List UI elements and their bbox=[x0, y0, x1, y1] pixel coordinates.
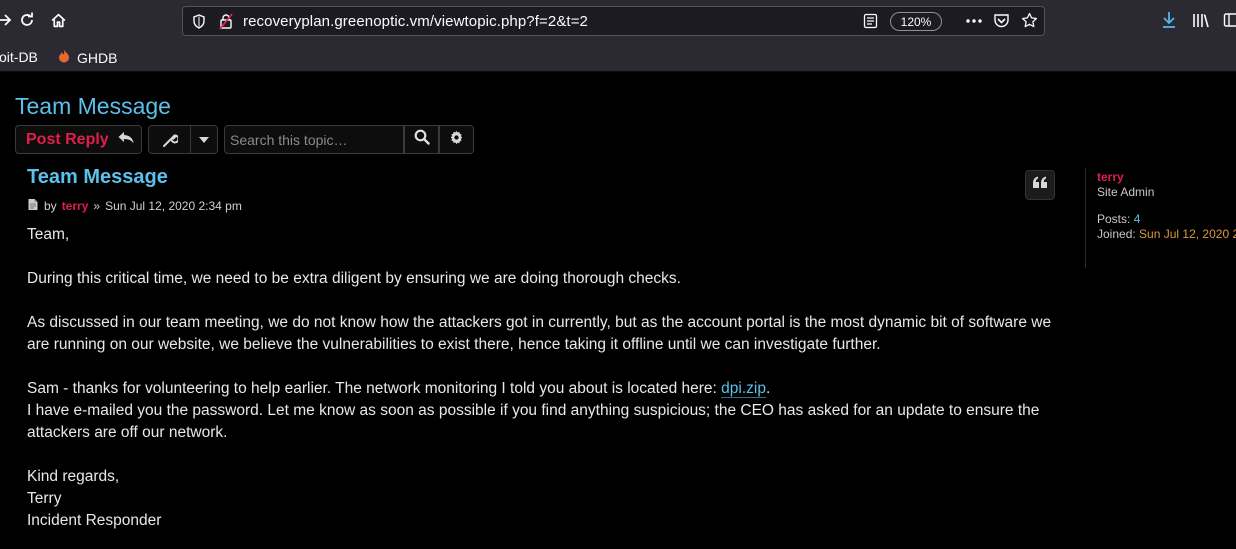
post-paragraph: During this critical time, we need to be… bbox=[27, 270, 681, 287]
post-reply-button[interactable]: Post Reply bbox=[15, 125, 142, 154]
quote-icon bbox=[1032, 176, 1048, 194]
post-paragraph: As discussed in our team meeting, we do … bbox=[27, 314, 1052, 353]
quote-button[interactable] bbox=[1025, 170, 1055, 200]
profile-posts: Posts: 4 bbox=[1097, 212, 1236, 226]
reader-view-icon[interactable] bbox=[863, 13, 878, 34]
advanced-search-button[interactable] bbox=[439, 125, 474, 154]
reload-icon[interactable] bbox=[16, 9, 38, 31]
profile-posts-label: Posts: bbox=[1097, 212, 1131, 226]
ghdb-icon bbox=[57, 49, 71, 66]
downloads-icon[interactable] bbox=[1158, 9, 1180, 31]
search-input[interactable] bbox=[225, 126, 403, 153]
bookmark-label: GHDB bbox=[77, 49, 118, 66]
post-greeting: Team, bbox=[27, 226, 70, 243]
bookmark-exploit-db[interactable]: oit-DB bbox=[0, 49, 38, 65]
post-signature-role: Incident Responder bbox=[27, 512, 162, 529]
bookmarks-bar: oit-DB GHDB bbox=[0, 42, 1236, 72]
post-separator: » bbox=[93, 199, 101, 213]
post-profile: terry Site Admin Posts: 4 Joined: Sun Ju… bbox=[1085, 168, 1236, 268]
post-by-label: by bbox=[44, 199, 57, 213]
topic-title[interactable]: Team Message bbox=[15, 93, 171, 120]
pocket-icon[interactable] bbox=[993, 13, 1010, 34]
post-date: Sun Jul 12, 2020 2:34 pm bbox=[105, 199, 242, 213]
library-icon[interactable] bbox=[1190, 9, 1212, 31]
post-text: . bbox=[765, 380, 771, 397]
post-text: Sam - thanks for volunteering to help ea… bbox=[27, 380, 722, 397]
wrench-icon[interactable] bbox=[149, 126, 191, 153]
more-actions-icon[interactable] bbox=[965, 13, 983, 34]
search-button[interactable] bbox=[404, 125, 439, 154]
post-meta: by terry » Sun Jul 12, 2020 2:34 pm bbox=[27, 198, 242, 214]
gear-icon bbox=[449, 130, 464, 150]
bookmark-label: oit-DB bbox=[0, 49, 38, 65]
topic-tools-dropdown[interactable] bbox=[148, 125, 218, 154]
profile-joined: Joined: Sun Jul 12, 2020 2 bbox=[1097, 227, 1236, 241]
post-signature-name: Terry bbox=[27, 490, 62, 507]
url-bar[interactable]: recoveryplan.greenoptic.vm/viewtopic.php… bbox=[182, 6, 1045, 36]
profile-rank: Site Admin bbox=[1097, 185, 1155, 199]
dpi-zip-link[interactable]: dpi.zip bbox=[721, 380, 766, 398]
forward-arrow-icon[interactable] bbox=[0, 9, 16, 31]
topic-search-box[interactable] bbox=[224, 125, 404, 154]
profile-posts-link[interactable]: 4 bbox=[1134, 212, 1141, 226]
profile-joined-value: Sun Jul 12, 2020 2 bbox=[1139, 227, 1236, 241]
caret-down-icon[interactable] bbox=[191, 126, 217, 153]
zoom-level[interactable]: 120% bbox=[890, 12, 942, 31]
insecure-lock-icon[interactable] bbox=[218, 13, 234, 35]
post-closing: Kind regards, bbox=[27, 468, 120, 485]
post-body: Team, During this critical time, we need… bbox=[27, 224, 1067, 532]
page-content: Team Message Post Reply Search this topi… bbox=[0, 73, 1236, 549]
shield-icon[interactable] bbox=[192, 14, 206, 34]
search-icon bbox=[414, 129, 430, 150]
url-text[interactable]: recoveryplan.greenoptic.vm/viewtopic.php… bbox=[243, 13, 588, 30]
home-icon[interactable] bbox=[47, 9, 69, 31]
post-reply-label: Post Reply bbox=[26, 130, 109, 148]
post-file-icon[interactable] bbox=[27, 198, 39, 214]
post-title[interactable]: Team Message bbox=[27, 166, 168, 189]
post-author-link[interactable]: terry bbox=[62, 199, 89, 213]
post-paragraph: I have e-mailed you the password. Let me… bbox=[27, 402, 1040, 441]
sidebar-icon[interactable] bbox=[1220, 9, 1236, 31]
bookmark-ghdb[interactable]: GHDB bbox=[57, 49, 117, 66]
bookmark-star-icon[interactable] bbox=[1021, 12, 1038, 34]
reply-arrow-icon bbox=[117, 130, 135, 150]
profile-joined-label: Joined: bbox=[1097, 227, 1136, 241]
post-paragraph: Sam - thanks for volunteering to help ea… bbox=[27, 378, 1067, 400]
browser-toolbar: recoveryplan.greenoptic.vm/viewtopic.php… bbox=[0, 0, 1236, 42]
profile-username-link[interactable]: terry bbox=[1097, 170, 1236, 184]
